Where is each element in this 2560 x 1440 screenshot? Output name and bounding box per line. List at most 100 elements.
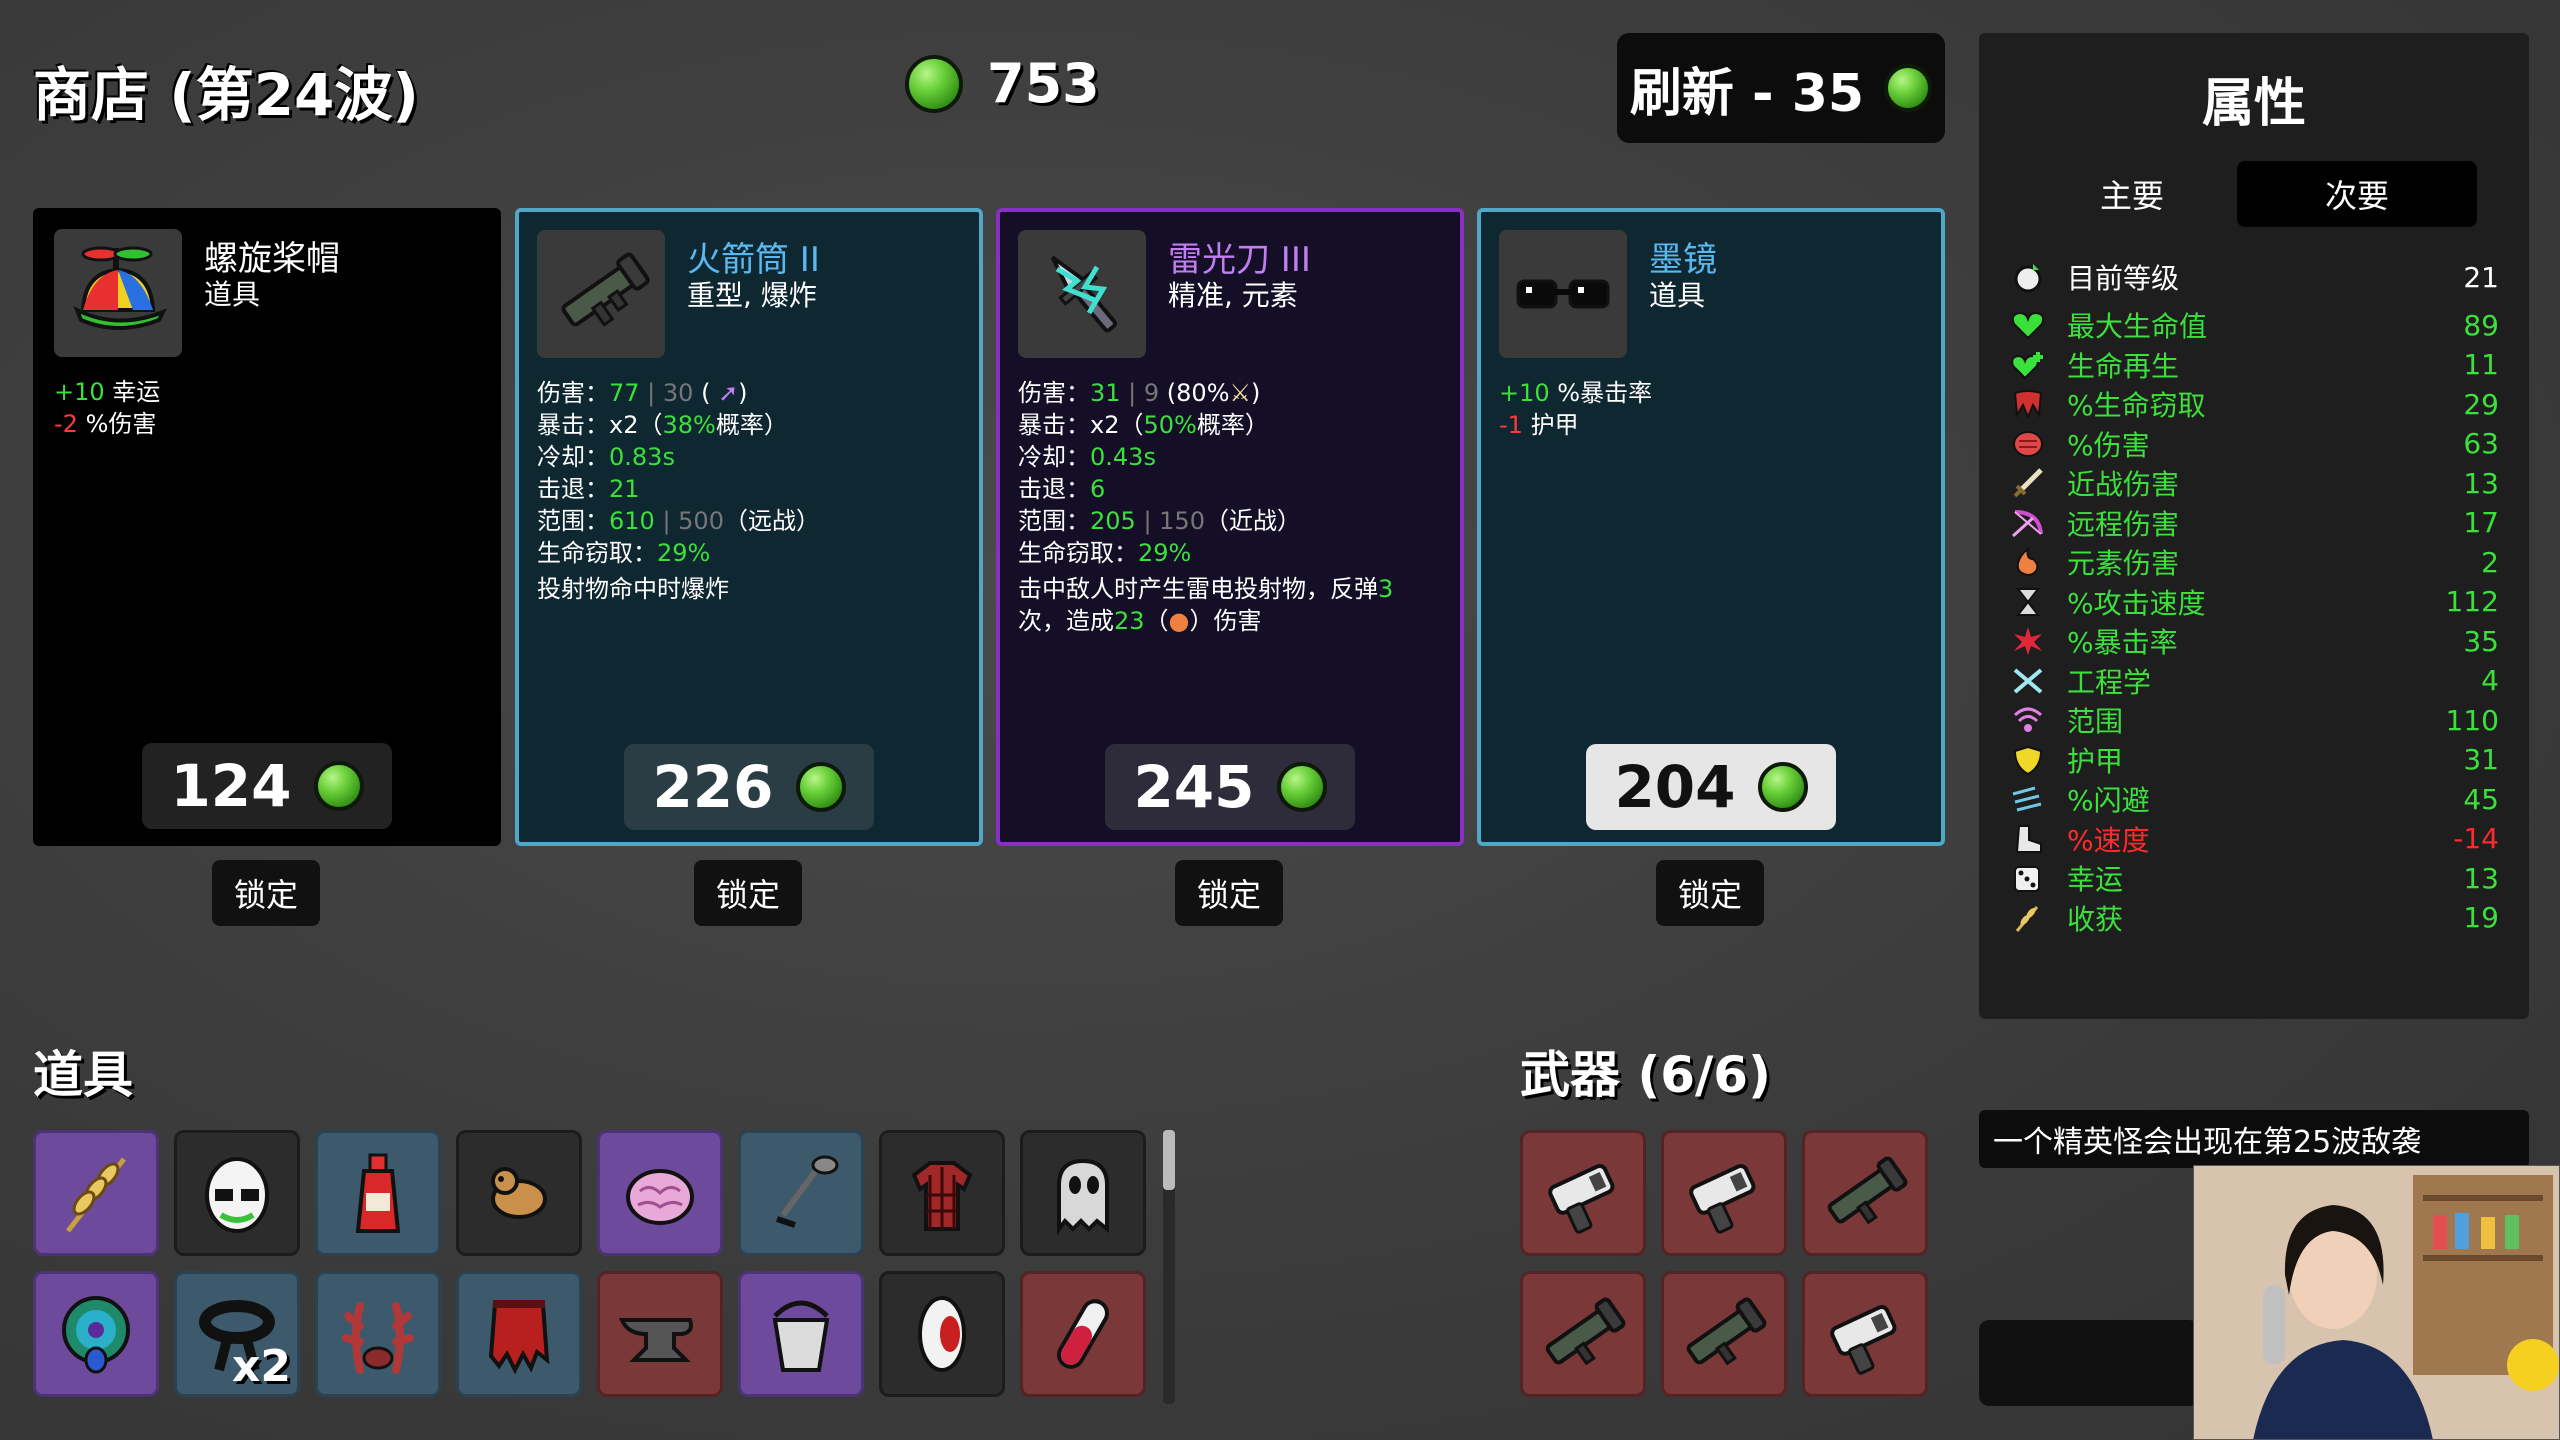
buy-button[interactable]: 124 <box>142 743 392 829</box>
stat-value: 0.43s <box>1090 443 1156 471</box>
stat-row[interactable]: 近战伤害 13 <box>2009 464 2499 502</box>
card-item-type: 精准, 元素 <box>1168 279 1298 312</box>
stat-tail: ) <box>738 379 748 407</box>
melee-damage-icon: ⚔ <box>1229 379 1252 407</box>
stat-label: 击退： <box>1018 475 1090 503</box>
item-slot[interactable] <box>738 1271 864 1397</box>
stat-tail: 概率） <box>715 411 788 439</box>
item-slot[interactable] <box>33 1130 159 1256</box>
item-slot[interactable] <box>1020 1271 1146 1397</box>
egg-face-icon <box>205 1157 269 1233</box>
stat-row[interactable]: 元素伤害 2 <box>2009 543 2499 581</box>
card-stat-line: 暴击：x2（50%概率） <box>1018 409 1446 441</box>
card-effect: 投射物命中时爆炸 <box>537 575 729 603</box>
shop-card-2[interactable]: 火箭筒 II 重型, 爆炸 伤害：77 | 30 ( ➚) 暴击：x2（38%概… <box>515 208 983 846</box>
stat-value: 50% <box>1143 411 1197 439</box>
effect-text: （ <box>1144 607 1169 635</box>
lock-button-3[interactable]: 锁定 <box>1175 860 1283 926</box>
weapon-slot[interactable] <box>1520 1130 1646 1256</box>
weapon-slot[interactable] <box>1661 1271 1787 1397</box>
stat-row[interactable]: 生命再生 11 <box>2009 346 2499 384</box>
dodge-icon <box>2009 782 2047 816</box>
item-slot[interactable] <box>597 1130 723 1256</box>
material-coin-icon <box>795 762 846 812</box>
item-slot[interactable] <box>456 1271 582 1397</box>
brain-icon <box>626 1169 694 1225</box>
weapon-slot[interactable] <box>1661 1130 1787 1256</box>
stat-value: 19 <box>2463 901 2499 934</box>
buy-button[interactable]: 204 <box>1586 744 1836 830</box>
shop-card-4[interactable]: 墨镜 道具 +10 %暴击率 -1 护甲 204 <box>1477 208 1945 846</box>
stat-row[interactable]: 范围 110 <box>2009 701 2499 739</box>
stat-label: 护甲 <box>1530 411 1579 439</box>
shop-card-1[interactable]: 螺旋桨帽 道具 +10 幸运 -2 %伤害 124 <box>33 208 501 846</box>
sunglasses-icon <box>1499 230 1627 358</box>
stat-value: 21 <box>609 475 640 503</box>
buy-button[interactable]: 226 <box>624 744 874 830</box>
plaid-shirt-icon <box>911 1161 973 1231</box>
item-slot[interactable] <box>174 1130 300 1256</box>
stat-row[interactable]: 工程学 4 <box>2009 662 2499 700</box>
items-scrollbar[interactable] <box>1163 1130 1175 1404</box>
shop-card-3[interactable]: 雷光刀 III 精准, 元素 伤害：31 | 9 (80%⚔) 暴击：x2（50… <box>996 208 1464 846</box>
stat-label: 暴击： <box>537 411 609 439</box>
card-item-type: 重型, 爆炸 <box>687 279 817 312</box>
card-stat-line: 伤害：77 | 30 ( ➚) <box>537 377 965 409</box>
card-stat-line: 生命窃取：29% <box>537 537 965 569</box>
card-item-type: 道具 <box>204 278 261 311</box>
item-slot[interactable] <box>1020 1130 1146 1256</box>
tab-primary[interactable]: 主要 <box>2012 161 2252 227</box>
effect-value: 23 <box>1114 607 1145 635</box>
item-slot[interactable] <box>33 1271 159 1397</box>
lock-button-1[interactable]: 锁定 <box>212 860 320 926</box>
stat-row[interactable]: %闪避 45 <box>2009 780 2499 818</box>
stat-row[interactable]: %暴击率 35 <box>2009 622 2499 660</box>
stat-sep: （ <box>638 411 663 439</box>
stat-row[interactable]: 幸运 13 <box>2009 859 2499 897</box>
stat-value: 38% <box>662 411 716 439</box>
item-slot[interactable] <box>879 1130 1005 1256</box>
stat-value: 13 <box>2463 466 2499 500</box>
wrench-cross-icon <box>2009 664 2047 698</box>
taser-icon <box>1830 1304 1897 1375</box>
card-stat-line: 击退：21 <box>537 473 965 505</box>
item-slot[interactable]: x2 <box>174 1271 300 1397</box>
item-slot[interactable] <box>597 1271 723 1397</box>
effect-value: 3 <box>1378 575 1394 603</box>
stat-row[interactable]: %生命窃取 29 <box>2009 385 2499 423</box>
stat-label: 生命再生 <box>2067 349 2180 383</box>
item-slot[interactable] <box>456 1130 582 1256</box>
stat-row[interactable]: %速度 -14 <box>2009 820 2499 858</box>
weapon-slot[interactable] <box>1802 1271 1928 1397</box>
stat-label: 幸运 <box>112 378 161 406</box>
go-button[interactable] <box>1979 1320 2199 1406</box>
lock-button-4[interactable]: 锁定 <box>1656 860 1764 926</box>
item-slot[interactable] <box>738 1130 864 1256</box>
lock-button-2[interactable]: 锁定 <box>694 860 802 926</box>
stat-label: 工程学 <box>2067 665 2152 699</box>
item-slot[interactable] <box>879 1271 1005 1397</box>
card-stat-line: -2 %伤害 <box>54 408 484 440</box>
stat-base: 30 <box>662 379 694 407</box>
weapon-slot[interactable] <box>1520 1271 1646 1397</box>
scrollbar-thumb[interactable] <box>1163 1130 1175 1190</box>
stat-tail: 概率） <box>1196 411 1269 439</box>
taser-icon <box>1689 1163 1756 1234</box>
item-slot[interactable] <box>315 1130 441 1256</box>
stat-row[interactable]: %攻击速度 112 <box>2009 583 2499 621</box>
stat-row[interactable]: 护甲 31 <box>2009 741 2499 779</box>
stat-value: 29 <box>2463 387 2499 421</box>
tab-secondary[interactable]: 次要 <box>2237 161 2477 227</box>
stat-row[interactable]: 最大生命值 89 <box>2009 306 2499 344</box>
weapon-slot[interactable] <box>1802 1130 1928 1256</box>
stat-row[interactable]: %伤害 63 <box>2009 425 2499 463</box>
item-slot[interactable] <box>315 1271 441 1397</box>
card-stat-line: 暴击：x2（38%概率） <box>537 409 965 441</box>
stat-row[interactable]: 收获 19 <box>2009 899 2499 937</box>
stat-row[interactable]: 远程伤害 17 <box>2009 504 2499 542</box>
buy-button[interactable]: 245 <box>1105 744 1355 830</box>
reroll-label: 刷新 - 35 <box>1629 63 1865 124</box>
stat-label: 收获 <box>2067 902 2124 936</box>
items-section-title: 道具 <box>33 1046 133 1104</box>
reroll-button[interactable]: 刷新 - 35 <box>1617 33 1945 143</box>
